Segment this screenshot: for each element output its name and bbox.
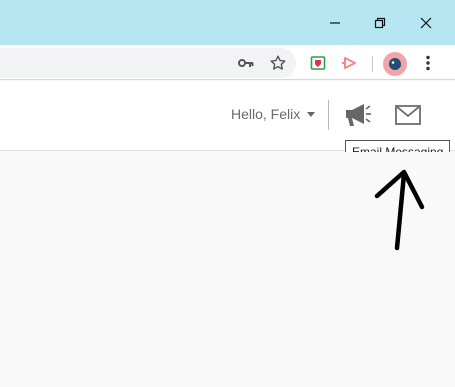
window-title-bar <box>0 0 455 45</box>
browser-toolbar <box>0 45 455 80</box>
extension-shield-icon[interactable] <box>306 51 330 75</box>
header-divider <box>328 100 329 130</box>
key-icon[interactable] <box>234 51 258 75</box>
extension-play-icon[interactable] <box>338 51 362 75</box>
greeting-text: Hello, Felix <box>231 106 301 122</box>
avatar[interactable] <box>383 52 407 76</box>
close-button[interactable] <box>410 8 442 38</box>
toolbar-divider <box>372 56 373 72</box>
announcements-button[interactable] <box>343 102 373 128</box>
restore-icon <box>374 17 386 29</box>
email-messaging-button[interactable] <box>394 103 422 127</box>
kebab-menu-icon[interactable] <box>416 51 440 75</box>
user-menu[interactable]: Hello, Felix <box>231 106 316 122</box>
caret-down-icon <box>307 111 316 117</box>
restore-button[interactable] <box>364 8 396 38</box>
close-icon <box>420 17 432 29</box>
minimize-icon <box>330 22 340 24</box>
annotation-arrow <box>374 169 425 251</box>
minimize-button[interactable] <box>319 8 351 38</box>
profile-bird-icon <box>389 58 402 70</box>
megaphone-icon <box>346 104 371 126</box>
star-icon[interactable] <box>266 51 290 75</box>
mail-icon <box>395 105 421 125</box>
